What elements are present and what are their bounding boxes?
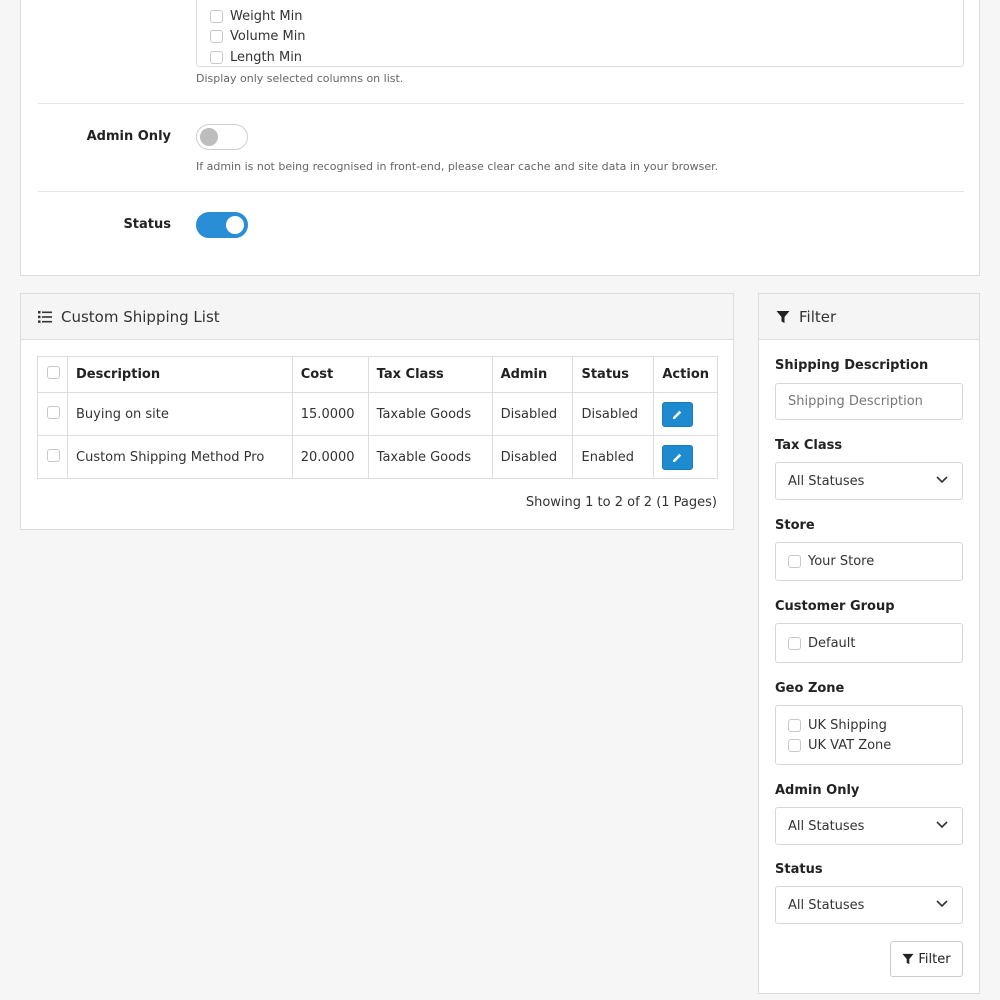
cell-cost: 20.0000 [291, 435, 369, 479]
checkbox[interactable] [788, 718, 801, 732]
chevron-down-icon [936, 900, 948, 908]
shipping-list-card: Custom Shipping List Description Cost Ta… [20, 293, 734, 530]
column-option-weight-min[interactable]: Weight Min [210, 6, 303, 26]
admin-only-filter-label: Admin Only [775, 783, 860, 798]
customer-group-option[interactable]: Default [788, 634, 856, 652]
admin-only-select[interactable]: All Statuses [775, 807, 963, 845]
row-checkbox[interactable] [47, 405, 60, 419]
column-option-label: Volume Min [230, 28, 306, 44]
geo-zone-option-label: UK Shipping [808, 717, 887, 733]
status-toggle[interactable] [196, 212, 248, 238]
pencil-icon [673, 410, 682, 419]
geo-zone-option-label: UK VAT Zone [808, 737, 892, 753]
header-tax-class[interactable]: Tax Class [367, 356, 493, 393]
divider [38, 103, 964, 104]
select-all-cell [37, 356, 68, 393]
header-action: Action [653, 356, 718, 393]
row-select-cell [37, 392, 68, 436]
cell-action [653, 392, 718, 436]
header-status[interactable]: Status [572, 356, 655, 393]
toggle-knob [226, 216, 244, 234]
checkbox[interactable] [788, 738, 801, 752]
settings-card: Weight Min Volume Min Length Min Display… [20, 0, 980, 276]
status-label: Status [123, 217, 171, 232]
chevron-down-icon [936, 821, 948, 829]
shipping-description-input[interactable]: Shipping Description [775, 383, 963, 420]
status-select[interactable]: All Statuses [775, 886, 963, 924]
list-card-header: Custom Shipping List [21, 294, 733, 340]
table-row: Custom Shipping Method Pro 20.0000 Taxab… [37, 435, 718, 479]
edit-button[interactable] [662, 444, 694, 470]
header-admin[interactable]: Admin [491, 356, 574, 393]
cell-tax-class: Taxable Goods [367, 435, 493, 479]
header-cost[interactable]: Cost [291, 356, 369, 393]
shipping-description-label: Shipping Description [775, 358, 929, 373]
store-label: Store [775, 518, 815, 533]
row-select-cell [37, 435, 68, 479]
column-option-label: Length Min [230, 49, 303, 65]
filter-card-header: Filter [759, 294, 979, 340]
column-option-length-min[interactable]: Length Min [210, 47, 303, 66]
cell-description: Custom Shipping Method Pro [67, 435, 293, 479]
tax-class-select[interactable]: All Statuses [775, 462, 963, 500]
filter-card: Filter Shipping Description Shipping Des… [758, 293, 980, 994]
geo-zone-label: Geo Zone [775, 681, 845, 696]
divider [38, 191, 964, 192]
admin-only-toggle[interactable] [196, 124, 248, 150]
geo-zone-checklist: UK Shipping UK VAT Zone [775, 705, 963, 765]
cell-action [653, 435, 718, 479]
shipping-table: Description Cost Tax Class Admin Status … [37, 356, 718, 479]
column-option-label: Weight Min [230, 8, 303, 24]
customer-group-checklist: Default [775, 623, 963, 663]
geo-zone-option[interactable]: UK Shipping [788, 716, 887, 734]
filter-icon [776, 310, 790, 324]
list-card-title: Custom Shipping List [61, 307, 220, 326]
admin-only-label: Admin Only [86, 129, 171, 144]
filter-button[interactable]: Filter [890, 941, 963, 977]
admin-only-value: All Statuses [788, 818, 865, 834]
cell-admin: Disabled [491, 435, 574, 479]
pencil-icon [673, 453, 682, 462]
checkbox[interactable] [788, 636, 801, 650]
column-option-partial[interactable] [210, 0, 230, 2]
status-filter-label: Status [775, 862, 823, 877]
row-checkbox[interactable] [47, 448, 60, 462]
tax-class-value: All Statuses [788, 473, 865, 489]
columns-help-text: Display only selected columns on list. [196, 72, 404, 85]
cell-admin: Disabled [491, 392, 574, 436]
table-header-row: Description Cost Tax Class Admin Status … [37, 356, 718, 393]
checkbox[interactable] [210, 29, 223, 43]
cell-status: Disabled [572, 392, 655, 436]
filter-card-title: Filter [799, 307, 837, 326]
select-all-checkbox[interactable] [47, 366, 60, 379]
filter-button-label: Filter [918, 951, 951, 967]
cell-cost: 15.0000 [291, 392, 369, 436]
chevron-down-icon [936, 476, 948, 484]
checkbox[interactable] [210, 9, 223, 23]
header-description[interactable]: Description [67, 356, 293, 393]
customer-group-option-label: Default [808, 635, 856, 651]
store-option-label: Your Store [808, 553, 875, 569]
table-row: Buying on site 15.0000 Taxable Goods Dis… [37, 392, 718, 436]
customer-group-label: Customer Group [775, 599, 895, 614]
geo-zone-option[interactable]: UK VAT Zone [788, 736, 891, 754]
filter-icon [902, 953, 914, 965]
store-option[interactable]: Your Store [788, 552, 874, 570]
checkbox[interactable] [788, 554, 801, 568]
columns-checklist[interactable]: Weight Min Volume Min Length Min [196, 0, 964, 67]
tax-class-label: Tax Class [775, 438, 843, 453]
column-option-volume-min[interactable]: Volume Min [210, 26, 306, 46]
admin-only-help-text: If admin is not being recognised in fron… [196, 160, 719, 173]
list-icon [38, 310, 52, 323]
cell-description: Buying on site [67, 392, 293, 436]
toggle-knob [200, 128, 218, 146]
pagination-summary: Showing 1 to 2 of 2 (1 Pages) [525, 495, 717, 510]
cell-tax-class: Taxable Goods [367, 392, 493, 436]
store-checklist: Your Store [775, 542, 963, 581]
edit-button[interactable] [662, 401, 694, 427]
checkbox[interactable] [210, 50, 223, 64]
status-value: All Statuses [788, 897, 865, 913]
cell-status: Enabled [572, 435, 655, 479]
